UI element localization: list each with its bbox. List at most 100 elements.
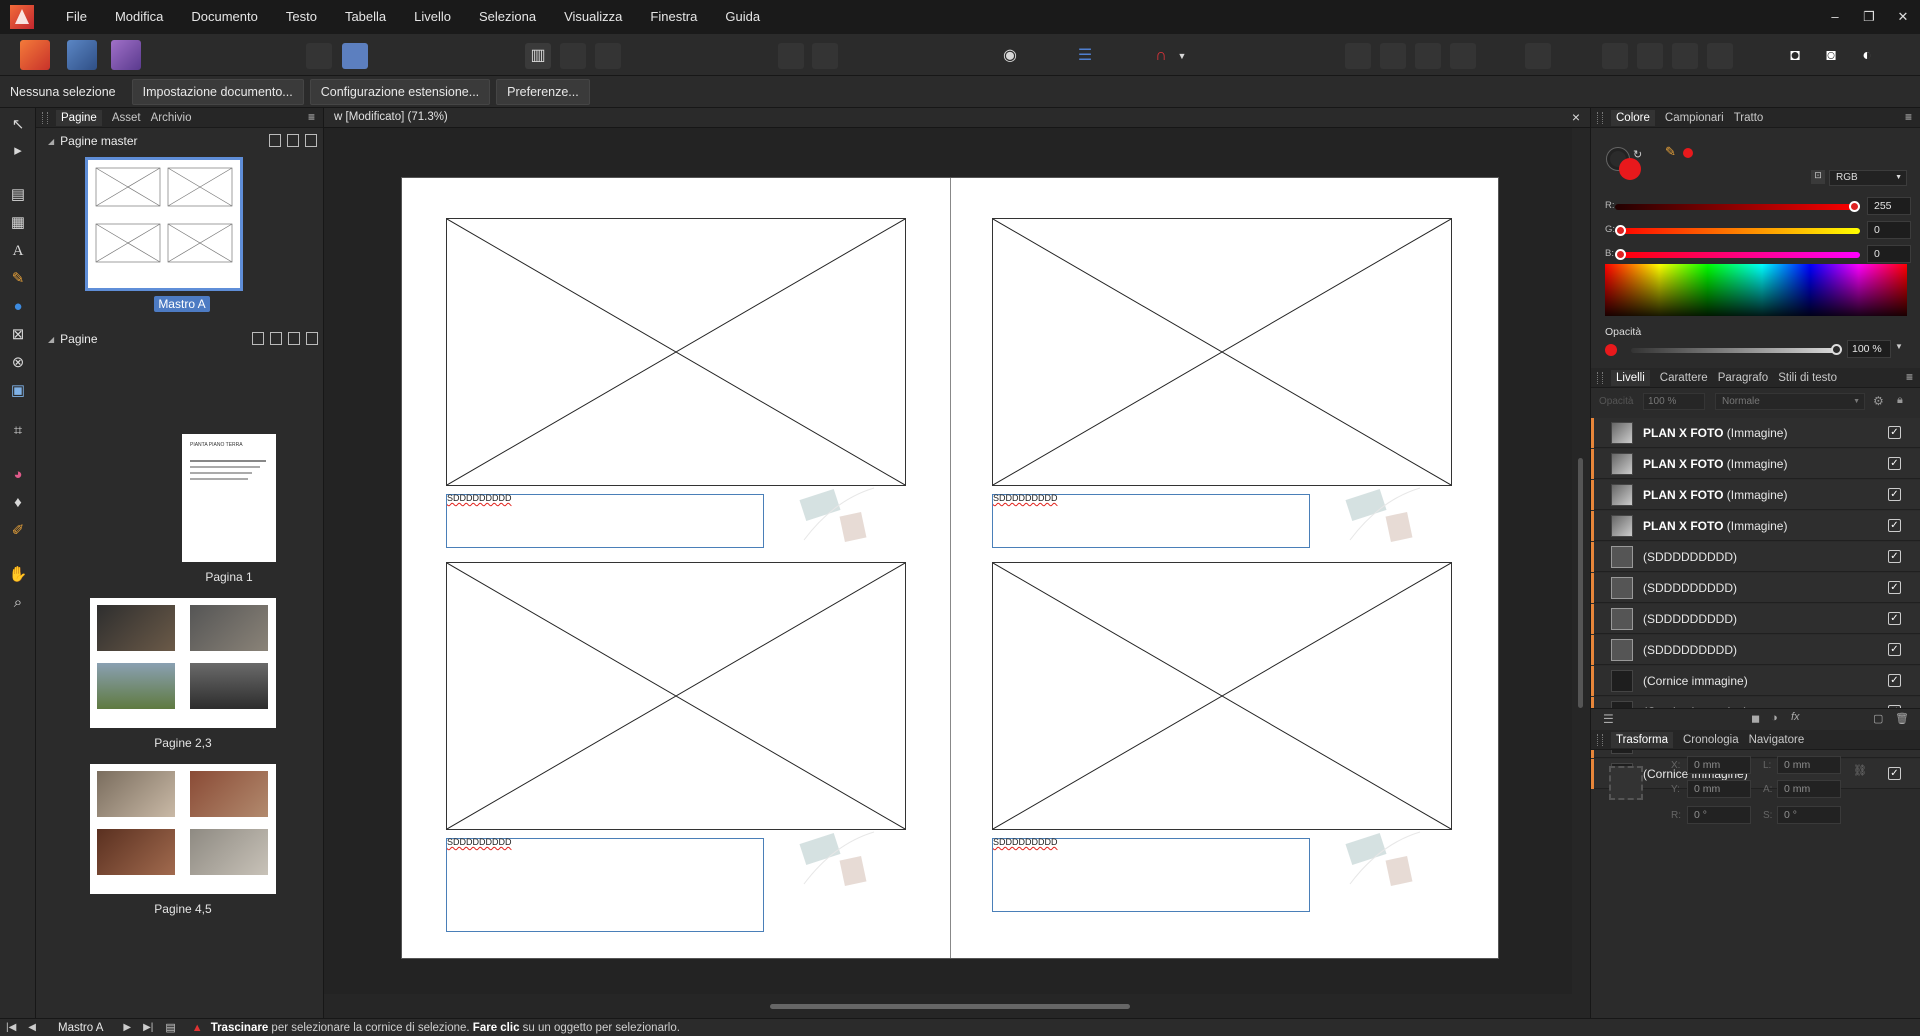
tab-asset[interactable]: Asset [112, 112, 141, 124]
color-spectrum[interactable] [1605, 264, 1907, 316]
last-page-icon[interactable]: ▶| [143, 1022, 153, 1033]
preflight-icon[interactable] [306, 43, 332, 69]
preview-eye-icon[interactable]: ◉ [997, 43, 1023, 69]
boolean-add-icon[interactable]: ◘ [1782, 43, 1808, 69]
layers-stack-icon[interactable]: ☰ [1603, 712, 1614, 726]
plan-photo-image[interactable] [794, 480, 884, 550]
pages-2-3-label[interactable]: Pagine 2,3 [116, 736, 250, 750]
delete-master-icon[interactable] [305, 134, 317, 147]
horizontal-scroll-thumb[interactable] [770, 1004, 1130, 1009]
tab-trasforma[interactable]: Trasforma [1611, 731, 1673, 748]
layer-visibility-checkbox[interactable]: ✓ [1888, 488, 1901, 501]
pen-tool-icon[interactable]: ✎ [7, 268, 29, 290]
menu-livello[interactable]: Livello [400, 0, 465, 34]
vertical-scroll-thumb[interactable] [1578, 458, 1583, 708]
caption-text-frame[interactable]: SDDDDDDDDD [992, 837, 1310, 912]
document-tab[interactable]: w [Modificato] (71.3%) × [324, 108, 1590, 128]
green-slider-knob[interactable] [1615, 225, 1626, 236]
spread-setup-button[interactable]: Configurazione estensione... [309, 78, 491, 105]
layer-row[interactable]: (SDDDDDDDDD) ✓ [1591, 573, 1920, 603]
blue-value-field[interactable]: 0 [1867, 245, 1911, 263]
add-layer-icon[interactable]: ▢ [1873, 712, 1883, 725]
green-channel-row[interactable]: G: 0 [1605, 221, 1911, 239]
blend-mode-select[interactable]: Normale ▼ [1715, 393, 1865, 410]
page-view-icon[interactable]: ▤ [165, 1021, 175, 1034]
panel-grip-icon[interactable] [1597, 734, 1603, 746]
menu-testo[interactable]: Testo [272, 0, 331, 34]
shear-field[interactable]: 0 ° [1777, 806, 1841, 824]
designer-persona-icon[interactable] [67, 40, 97, 70]
tab-cronologia[interactable]: Cronologia [1683, 734, 1739, 746]
layer-visibility-checkbox[interactable]: ✓ [1888, 581, 1901, 594]
swap-colors-icon[interactable]: ↻ [1633, 148, 1642, 161]
lock-icon[interactable]: ⊡ [1811, 170, 1825, 184]
anchor-icon[interactable] [812, 43, 838, 69]
opacity-slider-knob[interactable] [1831, 344, 1842, 355]
publisher-persona-icon[interactable] [20, 40, 50, 70]
caption-text-frame[interactable]: SDDDDDDDDD [992, 493, 1310, 548]
rotate-left-icon[interactable] [1672, 43, 1698, 69]
add-page-icon[interactable] [252, 332, 264, 345]
first-page-icon[interactable]: |◀ [6, 1022, 16, 1033]
hand-tool-icon[interactable]: ✋ [7, 564, 29, 586]
layer-visibility-checkbox[interactable]: ✓ [1888, 457, 1901, 470]
layer-row[interactable]: PLAN X FOTO (Immagine) ✓ [1591, 511, 1920, 541]
layer-row[interactable]: PLAN X FOTO (Immagine) ✓ [1591, 418, 1920, 448]
view-clip-icon[interactable] [595, 43, 621, 69]
tab-tratto[interactable]: Tratto [1734, 112, 1764, 124]
master-a-thumbnail[interactable] [85, 157, 243, 291]
panel-grip-icon[interactable] [42, 112, 48, 124]
y-field[interactable]: 0 mm [1687, 780, 1751, 798]
layer-visibility-checkbox[interactable]: ✓ [1888, 519, 1901, 532]
tab-carattere[interactable]: Carattere [1660, 372, 1708, 384]
link-proportions-icon[interactable]: ⛓︎ [1853, 764, 1867, 777]
tab-campionari[interactable]: Campionari [1665, 112, 1724, 124]
photo-persona-icon[interactable] [111, 40, 141, 70]
pin-icon[interactable] [778, 43, 804, 69]
tab-pagine[interactable]: Pagine [56, 109, 102, 126]
menu-seleziona[interactable]: Seleziona [465, 0, 550, 34]
color-picker-tool-icon[interactable]: ✐ [7, 520, 29, 542]
layer-visibility-checkbox[interactable]: ✓ [1888, 426, 1901, 439]
plan-photo-image[interactable] [1340, 480, 1430, 550]
master-pages-section[interactable]: ◢ Pagine master [36, 130, 323, 152]
add-master-icon[interactable] [269, 134, 281, 147]
caption-text-frame[interactable]: SDDDDDDDDD [446, 837, 764, 932]
layer-visibility-checkbox[interactable]: ✓ [1888, 767, 1901, 780]
menu-modifica[interactable]: Modifica [101, 0, 177, 34]
menu-guida[interactable]: Guida [711, 0, 774, 34]
warning-icon[interactable]: ▲ [192, 1022, 203, 1034]
panel-menu-icon[interactable]: ≡ [308, 110, 315, 124]
layer-row[interactable]: PLAN X FOTO (Immagine) ✓ [1591, 480, 1920, 510]
zoom-tool-icon[interactable]: ⌕ [7, 592, 29, 614]
layer-visibility-checkbox[interactable]: ✓ [1888, 643, 1901, 656]
layer-opacity-field[interactable]: 100 % [1643, 393, 1705, 410]
layer-row[interactable]: (Cornice immagine) ✓ [1591, 666, 1920, 696]
layer-lock-icon[interactable]: 🔒︎ [1897, 394, 1903, 407]
insert-page-icon[interactable] [270, 332, 282, 345]
pages-4-5-label[interactable]: Pagine 4,5 [116, 902, 250, 916]
layer-visibility-checkbox[interactable]: ✓ [1888, 674, 1901, 687]
tab-navigatore[interactable]: Navigatore [1749, 734, 1805, 746]
snapping-dropdown-icon[interactable]: ▼ [1176, 43, 1188, 69]
opacity-slider-track[interactable] [1631, 344, 1842, 355]
restore-button[interactable]: ❐ [1852, 0, 1886, 34]
picture-frame-rect-tool-icon[interactable]: ⊠ [7, 324, 29, 346]
preferences-button[interactable]: Preferenze... [496, 78, 590, 105]
fx-icon[interactable]: fx [1791, 711, 1800, 723]
layer-row[interactable]: (SDDDDDDDDD) ✓ [1591, 542, 1920, 572]
width-field[interactable]: 0 mm [1777, 756, 1841, 774]
move-tool-icon[interactable]: ↖ [7, 114, 29, 136]
blue-slider-track[interactable] [1615, 249, 1860, 260]
panel-grip-icon[interactable] [1597, 372, 1603, 384]
green-value-field[interactable]: 0 [1867, 221, 1911, 239]
tab-livelli[interactable]: Livelli [1611, 369, 1650, 386]
tab-colore[interactable]: Colore [1611, 109, 1655, 126]
red-slider-track[interactable] [1615, 201, 1860, 212]
page-1-label[interactable]: Pagina 1 [162, 570, 296, 584]
boolean-subtract-icon[interactable]: ◙ [1818, 43, 1844, 69]
blue-slider-knob[interactable] [1615, 249, 1626, 260]
layer-row[interactable]: PLAN X FOTO (Immagine) ✓ [1591, 449, 1920, 479]
page-1-thumbnail[interactable]: PIANTA PIANO TERRA [182, 434, 276, 562]
snapping-magnet-icon[interactable]: ∩ [1148, 43, 1174, 69]
